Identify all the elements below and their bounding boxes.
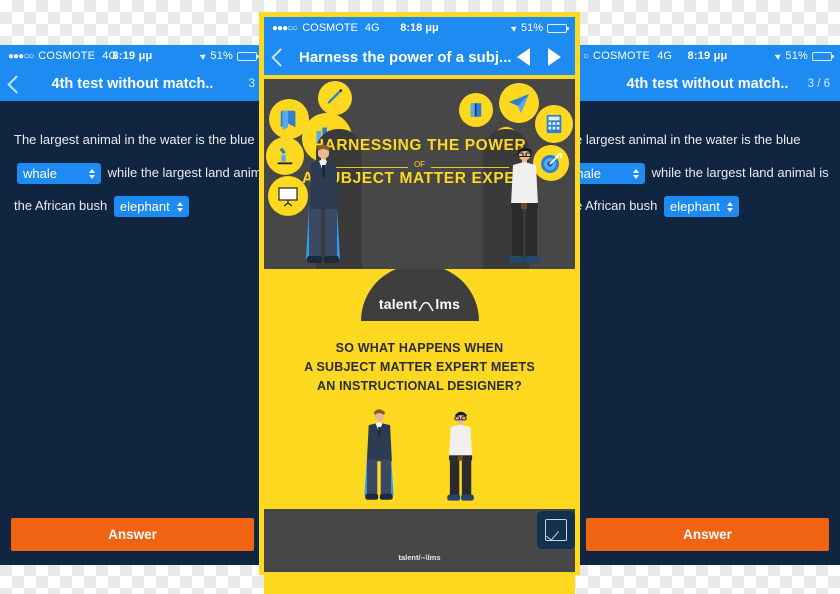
brand-lms: lms — [435, 296, 461, 312]
cloud-smile-icon — [418, 299, 435, 312]
battery-percent-label: 51% — [520, 22, 543, 34]
select-animal-land-value: elephant — [670, 199, 720, 215]
answer-button[interactable]: Answer — [586, 518, 829, 551]
right-page-title: 4th test without match.. — [626, 76, 789, 92]
location-arrow-icon — [510, 24, 519, 32]
status-right-group: 51% — [510, 22, 569, 34]
question-text-end: the African bush — [14, 198, 108, 213]
status-right-group: 51% — [775, 50, 834, 62]
slide-hero-section: HARNESSING THE POWER A SUBJECT MATTER EX… — [264, 79, 575, 269]
slide-question-section: SO WHAT HAPPENS WHEN A SUBJECT MATTER EX… — [264, 325, 575, 509]
character-casual — [503, 143, 547, 269]
left-nav-bar: 4th test without match.. 3 — [0, 67, 265, 101]
question-line-1: The largest animal in the water is the b… — [14, 132, 255, 147]
stepper-icon — [633, 168, 639, 179]
right-status-bar: ○ COSMOTE 4G 8:19 μμ 51% — [575, 45, 840, 67]
left-phone-panel: ●●●○○ COSMOTE 4G 8:19 μμ 51% 4th test wi… — [0, 45, 265, 565]
stepper-icon — [176, 201, 183, 212]
select-animal-land[interactable]: elephant — [113, 196, 189, 218]
battery-icon — [237, 51, 259, 61]
question-line-2: whale while the largest land animal — [14, 156, 265, 189]
character-businessman — [300, 141, 346, 269]
paper-plane-icon — [499, 83, 539, 123]
pencil-icon — [318, 81, 352, 115]
question-line-1: e largest animal in the water is the blu… — [575, 132, 801, 147]
location-arrow-icon — [775, 52, 783, 60]
answer-button[interactable]: Answer — [11, 518, 254, 551]
next-slide-icon[interactable] — [548, 48, 561, 66]
right-question-body: e largest animal in the water is the blu… — [575, 101, 840, 222]
question-line-2: whale while the largest land animal is — [575, 156, 829, 189]
back-chevron-icon[interactable] — [271, 47, 290, 67]
select-animal-land-value: elephant — [119, 199, 170, 215]
question-line-2: A SUBJECT MATTER EXPERT MEETS — [304, 360, 535, 374]
left-page-counter: 3 — [248, 78, 255, 90]
battery-icon — [812, 51, 834, 61]
slide-bottom-band — [264, 572, 575, 594]
stepper-icon — [726, 201, 733, 212]
talentlms-logo: talent lms — [360, 269, 479, 321]
question-line-3: the African bush elephant — [14, 189, 251, 222]
battery-icon — [547, 23, 569, 33]
back-chevron-icon[interactable] — [7, 74, 26, 94]
left-status-bar: ●●●○○ COSMOTE 4G 8:19 μμ 51% — [0, 45, 265, 67]
left-question-body: The largest animal in the water is the b… — [0, 101, 265, 222]
brand-talent: talent — [378, 296, 418, 312]
center-slide-panel: ●●●○○ COSMOTE 4G 8:18 μμ 51% Harness the… — [259, 12, 580, 594]
slide-question-text: SO WHAT HAPPENS WHEN A SUBJECT MATTER EX… — [264, 339, 575, 396]
select-animal-water-value: whale — [23, 166, 57, 182]
stepper-icon — [89, 168, 95, 179]
battery-percent-label: 51% — [785, 50, 808, 62]
right-page-counter: 3 / 6 — [807, 78, 830, 90]
battery-percent-label: 51% — [210, 50, 233, 62]
center-nav-bar: Harness the power of a subj... — [264, 39, 575, 75]
talentlms-footer-logo: talent/⌢\lms — [398, 553, 441, 562]
right-phone-panel: ○ COSMOTE 4G 8:19 μμ 51% 4th test withou… — [575, 45, 840, 565]
checkbox-check-icon — [545, 519, 567, 541]
select-animal-water[interactable]: whale — [17, 163, 101, 185]
prev-slide-icon[interactable] — [517, 48, 530, 66]
select-animal-land[interactable]: elephant — [664, 196, 739, 218]
character-casual-lower — [439, 410, 483, 509]
question-line-3: e African bush elephant — [575, 189, 826, 222]
status-right-group: 51% — [200, 50, 259, 62]
talentlms-logo-text: talent lms — [379, 296, 460, 321]
question-text-mid: while the largest land animal — [107, 165, 265, 180]
right-answer-area: Answer — [575, 518, 840, 551]
character-businessman-lower — [356, 408, 402, 509]
left-page-title: 4th test without match.. — [51, 76, 214, 92]
center-page-title: Harness the power of a subj... — [299, 48, 512, 66]
slide-brand-band: talent lms — [264, 269, 575, 321]
left-answer-area: Answer — [0, 518, 265, 551]
notebook-icon — [459, 93, 493, 127]
slide-nav-arrows — [517, 48, 565, 66]
select-animal-water[interactable]: whale — [575, 163, 645, 185]
question-line-1: SO WHAT HAPPENS WHEN — [335, 341, 504, 355]
right-nav-bar: 4th test without match.. 3 / 6 — [575, 67, 840, 101]
center-status-bar: ●●●○○ COSMOTE 4G 8:18 μμ 51% — [264, 17, 575, 39]
slide-footer-section: talent/⌢\lms — [264, 509, 575, 572]
question-line-3: AN INSTRUCTIONAL DESIGNER? — [317, 379, 522, 393]
question-text-mid: while the largest land animal is — [651, 165, 829, 180]
submit-check-button[interactable] — [537, 511, 575, 549]
question-text-end: e African bush — [575, 198, 658, 213]
location-arrow-icon — [200, 52, 208, 60]
